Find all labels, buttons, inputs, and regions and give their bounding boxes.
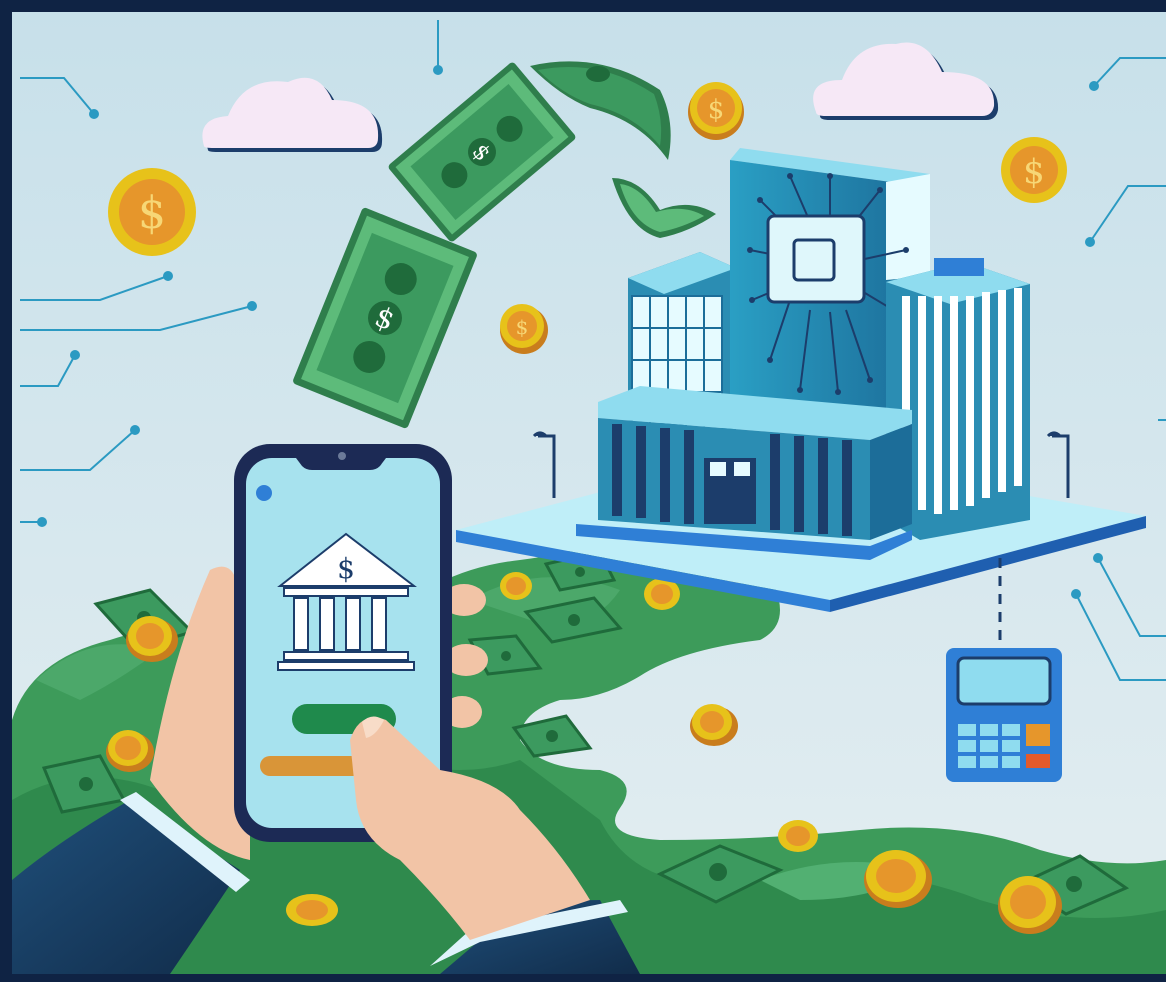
coin-icon [778, 820, 818, 852]
coin-symbol: $ [516, 315, 529, 339]
illustration-canvas: $ $ $ $ $ $ $ [0, 0, 1166, 982]
coin-icon: $ [108, 168, 196, 256]
coin-icon [500, 572, 532, 600]
chip-icon [766, 214, 866, 304]
coin-symbol: $ [138, 188, 166, 239]
coin-symbol: $ [1023, 152, 1045, 192]
coin-icon: $ [1001, 137, 1067, 203]
fintech-illustration: $ $ $ $ $ $ $ [0, 0, 1166, 982]
calculator-icon [946, 648, 1062, 782]
coin-icon [286, 894, 338, 926]
coin-symbol: $ [708, 95, 725, 125]
bank-currency-symbol: $ [337, 552, 355, 585]
